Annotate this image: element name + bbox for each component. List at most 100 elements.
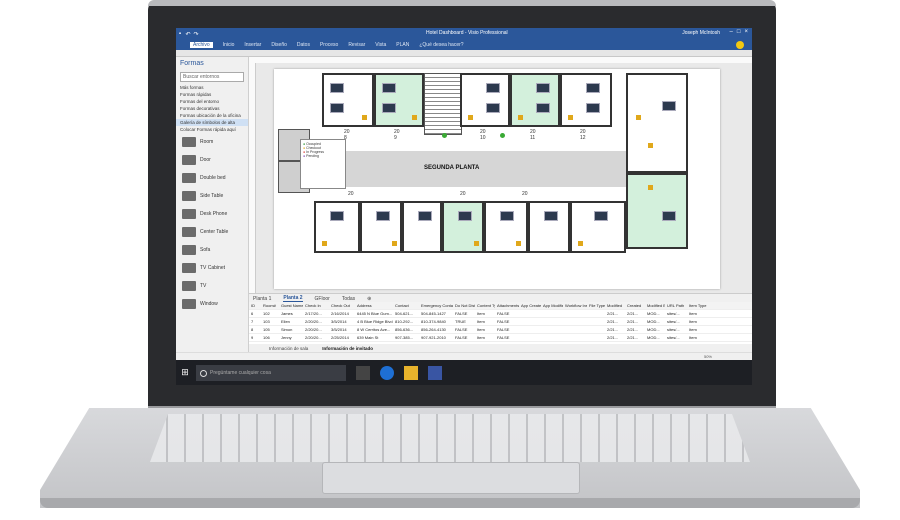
table-cell[interactable]: FALSE [453, 311, 475, 316]
table-cell[interactable]: 2/21... [605, 335, 625, 340]
stencil-desk-phone[interactable]: Desk Phone [176, 205, 248, 223]
redo-icon[interactable]: ↷ [192, 31, 200, 38]
tab-proceso[interactable]: Proceso [320, 42, 338, 48]
column-header[interactable]: Emergency Contact [419, 303, 453, 308]
table-cell[interactable]: 2/21... [605, 319, 625, 324]
column-header[interactable]: Modified [605, 303, 625, 308]
table-cell[interactable]: 2/21... [625, 319, 645, 324]
table-row[interactable]: 7 103 Ellen 2/20/20... 3/5/2014 4 B Blue Ridg… [249, 318, 752, 326]
tab-diseno[interactable]: Diseño [271, 42, 287, 48]
stencil-center-table[interactable]: Center Table [176, 223, 248, 241]
column-header[interactable]: Room# [261, 303, 279, 308]
page-tab-active[interactable]: Planta 2 [283, 295, 303, 302]
page-tab[interactable]: Todas [342, 296, 355, 302]
column-header[interactable]: Created [625, 303, 645, 308]
tab-revisar[interactable]: Revisar [348, 42, 365, 48]
undo-icon[interactable]: ↶ [184, 31, 192, 38]
table-cell[interactable]: Ellen [279, 319, 303, 324]
column-header[interactable]: Guest Name [279, 303, 303, 308]
tab-insertar[interactable]: Insertar [244, 42, 261, 48]
shapes-link[interactable]: Más formas [176, 84, 248, 91]
table-cell[interactable]: FALSE [495, 311, 519, 316]
table-cell[interactable]: FALSE [453, 335, 475, 340]
table-cell[interactable]: sites/... [665, 311, 687, 316]
column-header[interactable]: Modified By [645, 303, 665, 308]
table-cell[interactable]: Simon [279, 327, 303, 332]
hotel-room[interactable] [402, 201, 442, 253]
table-cell[interactable]: 9 [249, 335, 261, 340]
table-cell[interactable]: 2/20/20... [303, 335, 329, 340]
visio-app-icon[interactable] [428, 365, 442, 380]
table-cell[interactable]: Item [475, 311, 495, 316]
table-cell[interactable]: Jenny [279, 335, 303, 340]
table-cell[interactable]: Item [687, 319, 707, 324]
shapes-search-input[interactable]: Buscar entornos [180, 72, 244, 82]
hotel-suite[interactable] [626, 73, 688, 173]
floor-plan-page[interactable]: 20 8 20 9 20 10 20 11 20 12 SEGUNDA PLAN… [274, 69, 720, 289]
user-name[interactable]: Joseph McIntosh [682, 30, 720, 36]
column-header[interactable]: App Modified By [541, 303, 563, 308]
edge-browser-icon[interactable] [380, 365, 394, 380]
stencil-tv-cabinet[interactable]: TV Cabinet [176, 259, 248, 277]
table-cell[interactable]: Item [475, 319, 495, 324]
table-cell[interactable]: FALSE [495, 335, 519, 340]
table-cell[interactable]: James [279, 311, 303, 316]
table-cell[interactable]: sites/... [665, 335, 687, 340]
table-cell[interactable]: 8 [249, 327, 261, 332]
shapes-link[interactable]: Colocar Formas rápida aquí [176, 126, 248, 133]
table-cell[interactable]: 856-636... [393, 327, 419, 332]
table-cell[interactable]: 106 [261, 335, 279, 340]
table-cell[interactable]: Item [687, 311, 707, 316]
table-row[interactable]: 6 102 James 2/17/20... 2/16/2014 6445 N Blue … [249, 310, 752, 318]
table-cell[interactable]: 2/25/2014 [329, 335, 355, 340]
status-legend[interactable]: ● Occupied ● Checkout ● In Progress ● Pe… [300, 139, 346, 189]
table-cell[interactable]: sites/... [665, 319, 687, 324]
taskbar-search-input[interactable]: Pregúntame cualquier cosa [196, 364, 346, 381]
table-cell[interactable]: FALSE [453, 327, 475, 332]
hotel-room[interactable] [510, 73, 560, 127]
table-cell[interactable]: Item [687, 327, 707, 332]
shapes-link[interactable]: Formas del entorno [176, 98, 248, 105]
table-cell[interactable]: FALSE [495, 327, 519, 332]
table-cell[interactable]: 2/21... [605, 311, 625, 316]
hotel-room[interactable] [528, 201, 570, 253]
tell-me-box[interactable]: ¿Qué desea hacer? [419, 42, 463, 48]
table-cell[interactable]: 8 W Cerritos Ave... [355, 327, 393, 332]
page-tab[interactable]: Planta 1 [253, 296, 271, 302]
grid-tab[interactable]: Información de sala [269, 346, 308, 351]
shapes-link[interactable]: Formas decorativas [176, 105, 248, 112]
task-view-icon[interactable] [356, 365, 370, 380]
minimize-icon[interactable]: – [730, 29, 733, 35]
grid-header-row[interactable]: ID Room# Guest Name Check In Check Out Addres… [249, 302, 752, 310]
hotel-room[interactable] [314, 201, 360, 253]
stencil-double-bed[interactable]: Double bed [176, 169, 248, 187]
hotel-room[interactable] [560, 73, 612, 127]
table-cell[interactable]: MOD... [645, 319, 665, 324]
column-header[interactable]: Content Type [475, 303, 495, 308]
table-cell[interactable]: 907-385... [393, 335, 419, 340]
table-cell[interactable]: 639 Main St [355, 335, 393, 340]
stencil-room[interactable]: Room [176, 133, 248, 151]
tab-plan[interactable]: PLAN [396, 42, 409, 48]
table-cell[interactable]: 2/21... [625, 311, 645, 316]
hotel-room[interactable] [322, 73, 374, 127]
stencil-tv[interactable]: TV [176, 277, 248, 295]
table-cell[interactable]: 504-621... [393, 311, 419, 316]
table-cell[interactable]: 907-921-2010 [419, 335, 453, 340]
column-header[interactable]: Item Type [687, 303, 707, 308]
column-header[interactable]: Check In [303, 303, 329, 308]
table-row[interactable]: 8 105 Simon 2/20/20... 3/5/2014 8 W Cerritos … [249, 326, 752, 334]
stencil-door[interactable]: Door [176, 151, 248, 169]
tab-vista[interactable]: Vista [375, 42, 386, 48]
close-icon[interactable]: × [744, 29, 748, 35]
table-cell[interactable]: 2/21... [625, 335, 645, 340]
windows-start-icon[interactable]: ⊞ [176, 367, 194, 378]
table-cell[interactable]: 105 [261, 327, 279, 332]
hotel-room[interactable] [360, 201, 402, 253]
table-cell[interactable]: 2/21... [625, 327, 645, 332]
hotel-room[interactable] [570, 201, 626, 253]
table-cell[interactable]: 2/21... [605, 327, 625, 332]
tab-datos[interactable]: Datos [297, 42, 310, 48]
table-cell[interactable]: 3/5/2014 [329, 319, 355, 324]
column-header[interactable]: URL Path [665, 303, 687, 308]
